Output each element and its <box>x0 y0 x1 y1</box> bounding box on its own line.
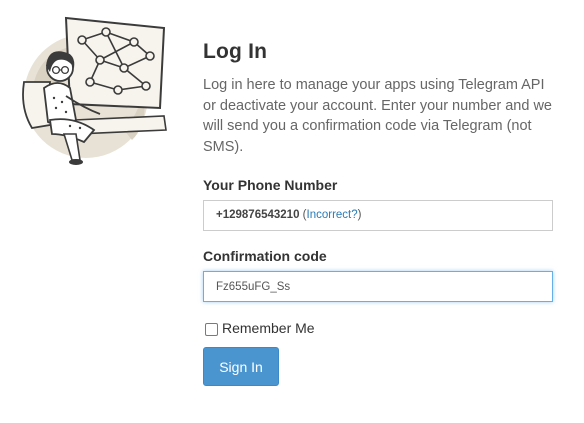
remember-me-row[interactable]: Remember Me <box>203 318 315 338</box>
login-description: Log in here to manage your apps using Te… <box>203 77 552 155</box>
telegram-user-illustration-icon <box>14 12 176 172</box>
phone-open-paren: ( <box>299 209 307 221</box>
phone-close-paren: ) <box>357 209 362 221</box>
incorrect-number-link[interactable]: Incorrect? <box>307 209 358 221</box>
sign-in-button[interactable]: Sign In <box>203 347 279 386</box>
phone-number-display: +129876543210 (Incorrect?) <box>216 201 361 230</box>
confirmation-code-label: Confirmation code <box>203 248 327 264</box>
remember-me-checkbox[interactable] <box>205 323 218 336</box>
phone-number-label: Your Phone Number <box>203 177 338 193</box>
phone-number-field: +129876543210 (Incorrect?) <box>203 200 553 231</box>
phone-number-value: +129876543210 <box>216 209 300 221</box>
page-title: Log In <box>203 40 268 63</box>
login-page: Log In Log in here to manage your apps u… <box>0 0 584 423</box>
remember-me-label[interactable]: Remember Me <box>222 320 315 336</box>
confirmation-code-input[interactable] <box>203 271 553 302</box>
